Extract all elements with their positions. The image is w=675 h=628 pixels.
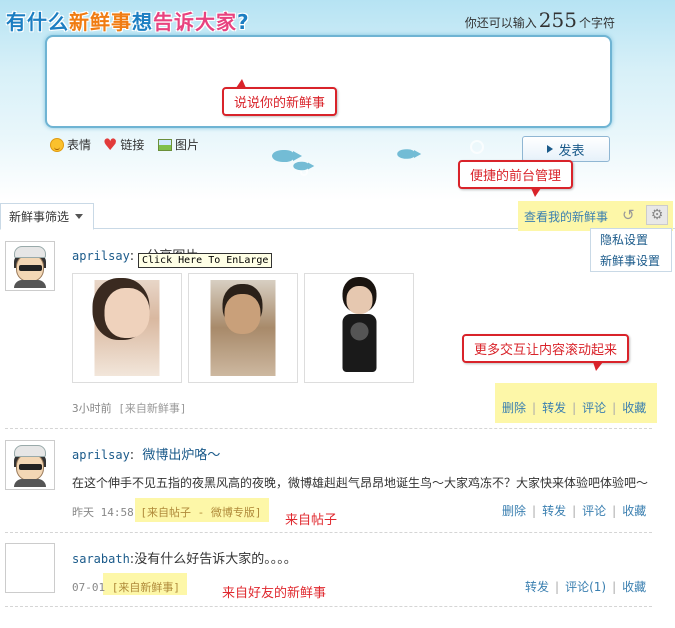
forward-link[interactable]: 转发	[542, 504, 566, 518]
post-time: 07-01	[72, 581, 106, 594]
post-header: aprilsay: 微博出炉咯～	[72, 448, 221, 463]
post-button[interactable]: 发表	[522, 136, 610, 162]
favorite-link[interactable]: 收藏	[622, 504, 646, 518]
post-actions: 转发 | 评论(1) | 收藏	[525, 580, 647, 594]
view-my-feed-link[interactable]: 查看我的新鲜事	[524, 208, 608, 225]
delete-link[interactable]: 删除	[502, 401, 526, 415]
forward-link[interactable]: 转发	[542, 401, 566, 415]
avatar[interactable]	[5, 241, 55, 291]
divider	[5, 532, 652, 533]
chevron-down-icon	[75, 214, 84, 219]
picture-button[interactable]: 图片	[158, 136, 199, 153]
tooltip: Click Here To EnLarge	[138, 253, 273, 268]
comment-link[interactable]: 评论(1)	[565, 580, 606, 594]
image-thumbnail[interactable]	[304, 273, 414, 383]
forward-link[interactable]: 转发	[525, 580, 549, 594]
post-header: sarabath:没有什么好告诉大家的。。。。	[72, 552, 297, 567]
avatar[interactable]	[5, 543, 55, 593]
divider	[5, 428, 652, 429]
post-body: 在这个伸手不见五指的夜黑风高的夜晚，微博雄赳赳气昂昂地诞生鸟～大家鸡冻不？大家快…	[72, 476, 649, 490]
filter-dropdown[interactable]: 新鲜事筛选	[0, 203, 95, 230]
post-time: 3小时前	[72, 402, 112, 415]
delete-link[interactable]: 删除	[502, 504, 526, 518]
favorite-link[interactable]: 收藏	[622, 580, 646, 594]
post-text: 没有什么好告诉大家的。。。。	[134, 552, 297, 567]
bubble-decoration	[470, 140, 484, 154]
menu-item-feed-settings[interactable]: 新鲜事设置	[591, 250, 671, 271]
post-time: 昨天 14:58	[72, 506, 134, 519]
refresh-icon[interactable]: ↺	[622, 206, 635, 224]
post-actions: 删除 | 转发 | 评论 | 收藏	[502, 504, 647, 518]
favorite-link[interactable]: 收藏	[622, 401, 646, 415]
fish-icon	[272, 150, 302, 162]
menu-item-privacy[interactable]: 隐私设置	[591, 229, 671, 250]
fish-icon	[293, 161, 315, 171]
username-link[interactable]: aprilsay	[72, 249, 130, 263]
settings-menu: 隐私设置 新鲜事设置	[590, 228, 672, 272]
image-thumbnail[interactable]	[72, 273, 182, 383]
post-meta: 昨天 14:58 [来自帖子 - 微博专版]	[72, 504, 262, 520]
post-source: [来自新鲜事]	[118, 402, 187, 415]
from-friend-label: 来自好友的新鲜事	[222, 586, 327, 601]
interaction-callout: 更多交互让内容滚动起来	[462, 334, 630, 371]
play-arrow-icon	[547, 145, 554, 153]
post-meta: 07-01 [来自新鲜事]	[72, 579, 180, 595]
comment-link[interactable]: 评论	[582, 401, 606, 415]
compose-callout: 说说你的新鲜事	[222, 79, 338, 116]
picture-icon	[158, 138, 172, 151]
composer-headline: 有什么新鲜事想告诉大家?	[6, 10, 250, 34]
post-source: [来自新鲜事]	[111, 581, 180, 594]
char-counter: 你还可以输入 255 个字符	[464, 8, 615, 32]
post-meta: 3小时前 [来自新鲜事]	[72, 400, 187, 416]
comment-link[interactable]: 评论	[582, 504, 606, 518]
post-title[interactable]: 微博出炉咯～	[142, 448, 220, 463]
username-link[interactable]: sarabath	[72, 552, 130, 566]
image-thumbnail[interactable]	[188, 273, 298, 383]
divider	[5, 606, 652, 607]
frontend-manage-callout: 便捷的前台管理	[458, 160, 574, 197]
char-count-value: 255	[538, 8, 577, 32]
fish-icon	[397, 149, 422, 159]
heart-icon: ♥	[103, 134, 118, 154]
post-source-link[interactable]: [来自帖子 - 微博专版]	[140, 506, 261, 519]
username-link[interactable]: aprilsay	[72, 448, 130, 462]
avatar[interactable]	[5, 440, 55, 490]
emoticon-button[interactable]: 表情	[50, 136, 91, 153]
link-button[interactable]: ♥ 链接	[103, 136, 144, 153]
smile-icon	[50, 137, 64, 152]
post-actions: 删除 | 转发 | 评论 | 收藏	[502, 401, 647, 415]
from-post-label: 来自帖子	[285, 513, 338, 528]
gear-icon[interactable]: ⚙	[646, 205, 668, 225]
